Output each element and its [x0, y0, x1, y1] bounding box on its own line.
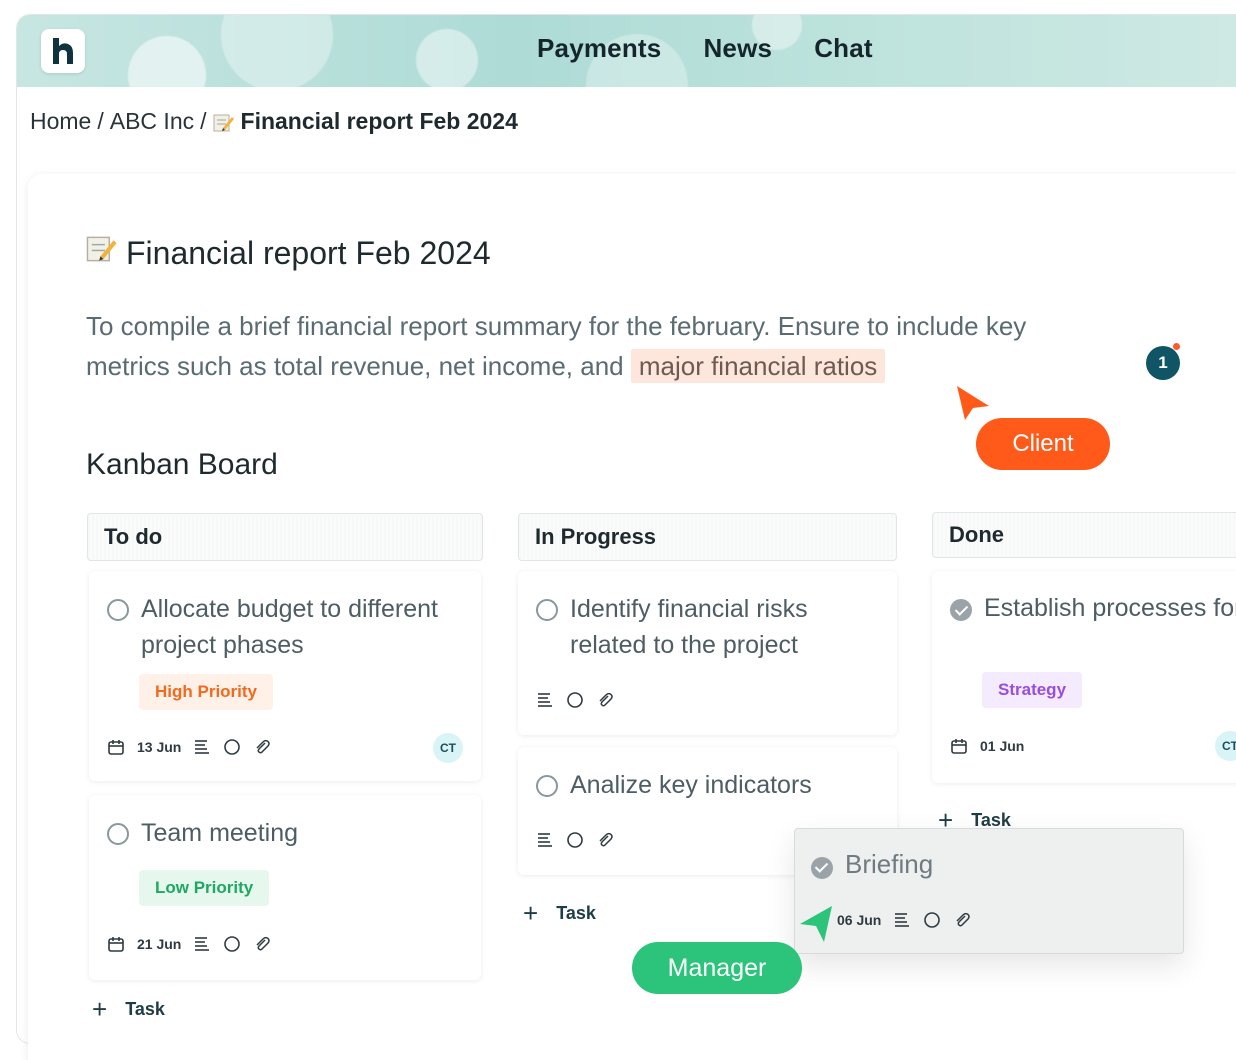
task-title: Establish processes for tracking budget — [984, 590, 1236, 626]
attachment-icon[interactable] — [596, 691, 614, 709]
logo-icon — [53, 38, 73, 64]
comment-icon[interactable] — [223, 935, 241, 953]
app-logo[interactable] — [41, 29, 85, 73]
attachment-icon[interactable] — [253, 935, 271, 953]
comment-count: 1 — [1158, 353, 1168, 372]
comment-icon[interactable] — [566, 831, 584, 849]
highlighted-text[interactable]: major financial ratios — [630, 349, 886, 383]
attachment-icon[interactable] — [253, 738, 271, 756]
task-meta: 01 Jun — [950, 737, 1024, 755]
assignee-avatar[interactable]: CT — [1215, 731, 1236, 761]
task-checkbox-checked[interactable] — [811, 857, 833, 879]
description-icon[interactable] — [536, 692, 554, 708]
nav-payments[interactable]: Payments — [537, 33, 661, 64]
assignee-avatar[interactable]: CT — [433, 733, 463, 763]
due-date: 01 Jun — [980, 738, 1025, 754]
attachment-icon[interactable] — [596, 831, 614, 849]
task-card[interactable]: Team meeting Low Priority 21 Jun — [89, 795, 481, 980]
task-title: Allocate budget to different project pha… — [141, 595, 438, 659]
task-checkbox[interactable] — [536, 599, 558, 621]
task-meta — [536, 831, 614, 849]
plus-icon: + — [523, 898, 539, 928]
manager-cursor-icon — [800, 906, 832, 942]
add-task-label: Task — [556, 902, 596, 923]
priority-tag: Low Priority — [139, 870, 270, 906]
column-header-done[interactable]: Done — [932, 512, 1236, 558]
document-description[interactable]: To compile a brief financial report summ… — [86, 306, 1086, 386]
description-icon[interactable] — [536, 832, 554, 848]
dragging-task-card[interactable]: Briefing 06 Jun — [794, 828, 1184, 954]
main-nav: Payments News Chat — [537, 33, 873, 64]
task-meta — [536, 691, 614, 709]
manager-cursor-label: Manager — [632, 942, 802, 994]
task-checkbox[interactable] — [107, 823, 129, 845]
category-tag: Strategy — [982, 672, 1083, 708]
task-meta: 21 Jun — [107, 935, 271, 953]
task-title: Identify financial risks related to the … — [570, 595, 808, 659]
calendar-icon — [950, 737, 968, 755]
unread-dot — [1173, 343, 1180, 350]
task-title-text: Establish processes for tracking budget — [984, 594, 1236, 622]
comment-count-badge[interactable]: 1 — [1146, 343, 1180, 380]
memo-icon — [86, 234, 118, 272]
breadcrumb-home[interactable]: Home — [30, 108, 91, 135]
attachment-icon[interactable] — [953, 911, 971, 929]
task-card[interactable]: Allocate budget to different project pha… — [89, 571, 481, 781]
page-title-text: Financial report Feb 2024 — [126, 234, 491, 271]
comment-icon[interactable] — [923, 911, 941, 929]
comment-icon[interactable] — [223, 738, 241, 756]
task-meta: 13 Jun — [107, 738, 271, 756]
breadcrumb-current: Financial report Feb 2024 — [240, 108, 518, 134]
add-task-label: Task — [125, 998, 165, 1019]
priority-tag: High Priority — [139, 674, 274, 710]
task-checkbox-checked[interactable] — [950, 599, 972, 621]
due-date: 13 Jun — [137, 739, 182, 755]
comment-icon[interactable] — [566, 691, 584, 709]
client-cursor-icon — [957, 386, 989, 420]
task-card[interactable]: Establish processes for tracking budget … — [932, 571, 1236, 783]
plus-icon: + — [92, 994, 108, 1024]
task-title: Team meeting — [141, 819, 299, 847]
page-title: Financial report Feb 2024 — [86, 234, 491, 272]
client-cursor-label: Client — [976, 418, 1110, 470]
description-icon[interactable] — [193, 936, 211, 952]
add-task-button-in-progress[interactable]: + Task — [523, 900, 596, 926]
description-icon[interactable] — [193, 739, 211, 755]
top-bar: Payments News Chat — [17, 15, 1236, 87]
task-title: Briefing — [845, 849, 934, 879]
column-header-todo[interactable]: To do — [87, 513, 483, 561]
calendar-icon — [107, 935, 125, 953]
nav-news[interactable]: News — [703, 33, 772, 64]
due-date: 21 Jun — [137, 936, 182, 952]
breadcrumb-separator: / — [97, 108, 104, 134]
breadcrumb: Home / ABC Inc / Financial report Feb 20… — [30, 108, 518, 135]
task-meta: 06 Jun — [837, 911, 971, 929]
plus-icon: + — [938, 810, 954, 830]
due-date: 06 Jun — [837, 912, 882, 928]
breadcrumb-separator: / — [200, 108, 207, 134]
task-checkbox[interactable] — [536, 775, 558, 797]
description-text: To compile a brief financial report summ… — [86, 311, 1027, 381]
add-task-label: Task — [971, 810, 1011, 830]
calendar-icon — [107, 738, 125, 756]
column-header-in-progress[interactable]: In Progress — [518, 513, 897, 561]
task-card[interactable]: Identify financial risks related to the … — [518, 571, 897, 735]
nav-chat[interactable]: Chat — [814, 33, 873, 64]
add-task-button-done[interactable]: + Task — [938, 810, 1011, 830]
breadcrumb-org[interactable]: ABC Inc — [110, 108, 194, 135]
memo-icon — [213, 112, 235, 132]
add-task-button-todo[interactable]: + Task — [92, 996, 165, 1022]
task-title: Analize key indicators — [570, 771, 812, 799]
description-icon[interactable] — [893, 912, 911, 928]
kanban-title: Kanban Board — [86, 448, 278, 481]
task-checkbox[interactable] — [107, 599, 129, 621]
